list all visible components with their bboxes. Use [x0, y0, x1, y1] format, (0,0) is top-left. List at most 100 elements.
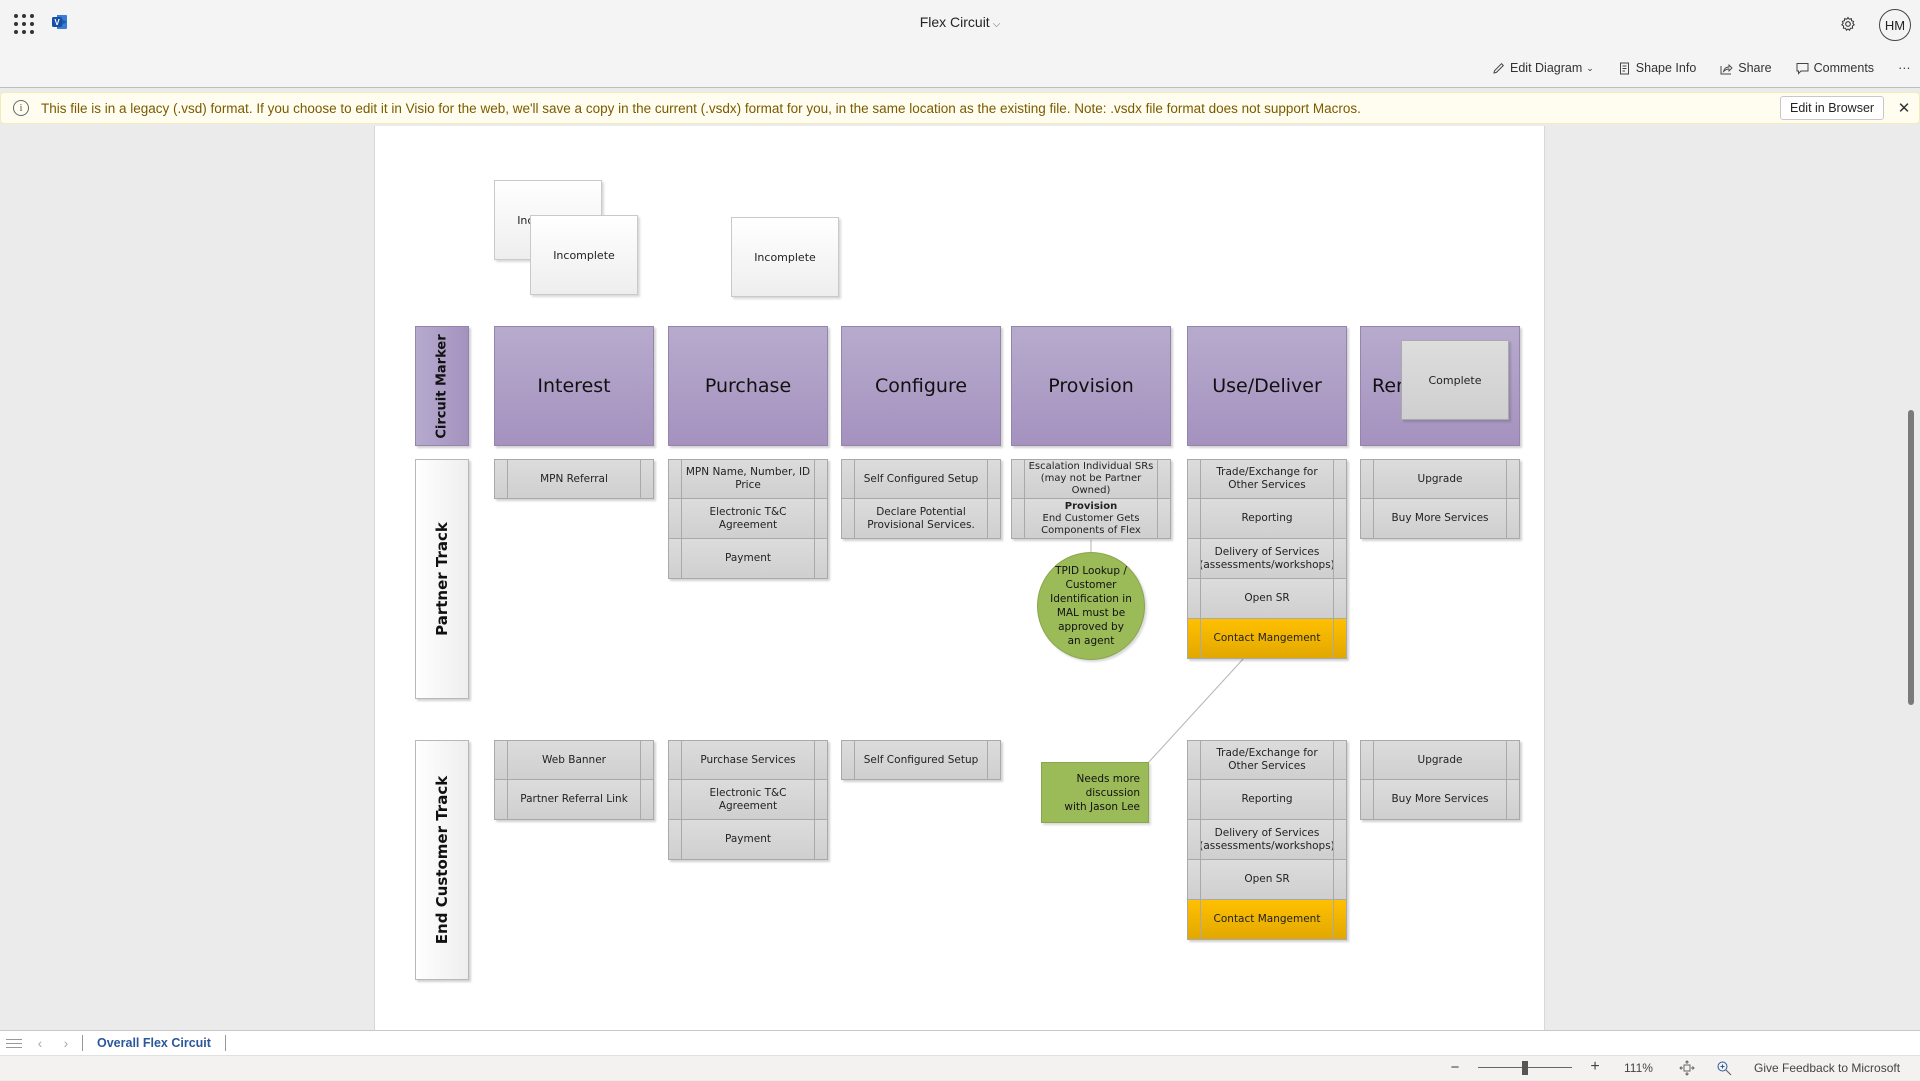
edit-diagram-label: Edit Diagram — [1510, 61, 1583, 75]
process-cell[interactable]: Web Banner — [494, 740, 654, 780]
process-cell[interactable]: Electronic T&C Agreement — [668, 499, 828, 539]
process-cell[interactable]: Open SR — [1187, 579, 1347, 619]
process-cell[interactable]: Buy More Services — [1360, 499, 1520, 539]
diagram-canvas[interactable]: Incomplete Incomplete Incomplete Circuit… — [0, 126, 1920, 1030]
cell-text: Delivery of Services (assessments/worksh… — [1199, 545, 1335, 571]
zoom-out-button[interactable]: − — [1447, 1058, 1463, 1076]
give-feedback-link[interactable]: Give Feedback to Microsoft — [1754, 1061, 1900, 1075]
cell-text: Trade/Exchange for Other Services — [1216, 466, 1318, 491]
cell-text: Upgrade — [1417, 753, 1463, 766]
end-customer-track-text: End Customer Track — [433, 775, 451, 945]
status-card-label: Incomplete — [754, 250, 816, 264]
process-cell[interactable]: Delivery of Services (assessments/worksh… — [1187, 820, 1347, 860]
shape-info-button[interactable]: Shape Info — [1606, 61, 1708, 75]
process-cell[interactable]: Upgrade — [1360, 459, 1520, 499]
pencil-icon — [1493, 62, 1505, 74]
chevron-left-icon[interactable]: ‹ — [32, 1035, 48, 1051]
process-cell[interactable]: Self Configured Setup — [841, 740, 1001, 780]
process-cell[interactable]: Provision End Customer Gets Components of… — [1011, 499, 1171, 539]
vertical-scrollbar-thumb[interactable] — [1908, 410, 1914, 705]
end-customer-use-deliver-stack: Trade/Exchange for Other Services Report… — [1187, 740, 1347, 940]
cell-text: Delivery of Services (assessments/worksh… — [1199, 826, 1335, 852]
edit-in-browser-button[interactable]: Edit in Browser — [1780, 96, 1885, 120]
cell-text: Electronic T&C Agreement — [709, 505, 787, 531]
visio-logo-icon[interactable]: V — [51, 13, 68, 31]
process-cell-highlighted[interactable]: Contact Mangement — [1187, 619, 1347, 659]
phase-label: Interest — [537, 375, 611, 397]
process-cell[interactable]: Upgrade — [1360, 740, 1520, 780]
process-cell[interactable]: MPN Referral — [494, 459, 654, 499]
app-launcher-waffle-icon[interactable] — [14, 14, 34, 34]
process-cell[interactable]: Electronic T&C Agreement — [668, 780, 828, 820]
process-cell[interactable]: Self Configured Setup — [841, 459, 1001, 499]
status-card-complete[interactable]: Complete — [1401, 340, 1509, 420]
ellipsis-icon: ··· — [1898, 61, 1911, 75]
tpid-note-circle[interactable]: TPID Lookup / Customer Identification in… — [1037, 552, 1145, 660]
process-cell[interactable]: MPN Name, Number, ID Price — [668, 459, 828, 499]
comments-button[interactable]: Comments — [1784, 61, 1886, 75]
sheet-tab-overall-flex-circuit[interactable]: Overall Flex Circuit — [97, 1036, 225, 1050]
process-cell-highlighted[interactable]: Contact Mangement — [1187, 900, 1347, 940]
process-cell[interactable]: Purchase Services — [668, 740, 828, 780]
more-options-button[interactable]: ··· — [1886, 61, 1920, 75]
cell-text: Web Banner — [542, 753, 606, 766]
phase-provision[interactable]: Provision — [1011, 326, 1171, 446]
zoom-slider-thumb[interactable] — [1522, 1061, 1528, 1075]
zoom-slider[interactable] — [1478, 1061, 1572, 1075]
process-cell[interactable]: Reporting — [1187, 499, 1347, 539]
process-cell[interactable]: Partner Referral Link — [494, 780, 654, 820]
cell-text: MPN Referral — [540, 472, 608, 485]
status-card-incomplete[interactable]: Incomplete — [530, 215, 638, 295]
cell-text: Buy More Services — [1391, 793, 1489, 805]
settings-button[interactable] — [1836, 12, 1860, 36]
phase-label: Provision — [1048, 375, 1134, 397]
process-cell[interactable]: Buy More Services — [1360, 780, 1520, 820]
partner-track-label[interactable]: Partner Track — [415, 459, 469, 699]
process-cell[interactable]: Payment — [668, 820, 828, 860]
partner-provision-stack: Escalation Individual SRs (may not be Pa… — [1011, 459, 1171, 539]
cell-text: Self Configured Setup — [863, 753, 979, 766]
cell-text: Electronic T&C Agreement — [709, 786, 787, 812]
process-cell[interactable]: Reporting — [1187, 780, 1347, 820]
phase-label: Use/Deliver — [1212, 375, 1322, 397]
zoom-level[interactable]: 111% — [1624, 1061, 1653, 1075]
divider — [82, 1035, 83, 1051]
user-avatar[interactable]: HM — [1879, 9, 1911, 41]
phase-interest[interactable]: Interest — [494, 326, 654, 446]
process-cell[interactable]: Payment — [668, 539, 828, 579]
process-cell[interactable]: Trade/Exchange for Other Services — [1187, 459, 1347, 499]
legacy-format-banner: i This file is in a legacy (.vsd) format… — [0, 92, 1920, 124]
process-cell[interactable]: Delivery of Services (assessments/worksh… — [1187, 539, 1347, 579]
cell-text: MPN Name, Number, ID Price — [685, 466, 811, 491]
edit-diagram-button[interactable]: Edit Diagram ⌄ — [1480, 61, 1606, 75]
partner-track-text: Partner Track — [433, 522, 452, 636]
zoom-magnifier-icon[interactable] — [1716, 1060, 1732, 1076]
end-customer-track-label[interactable]: End Customer Track — [415, 740, 469, 980]
phase-configure[interactable]: Configure — [841, 326, 1001, 446]
process-cell[interactable]: Open SR — [1187, 860, 1347, 900]
close-icon[interactable]: ✕ — [1896, 99, 1912, 117]
status-card-label: Incomplete — [553, 248, 615, 262]
process-cell[interactable]: Escalation Individual SRs (may not be Pa… — [1011, 459, 1171, 499]
cell-text: Open SR — [1244, 592, 1290, 604]
phase-use-deliver[interactable]: Use/Deliver — [1187, 326, 1347, 446]
document-title-button[interactable]: Flex Circuit ⌵ — [920, 14, 1001, 30]
shape-info-label: Shape Info — [1635, 61, 1697, 75]
cell-text: Buy More Services — [1391, 512, 1489, 524]
cell-text: Reporting — [1241, 793, 1293, 805]
status-card-incomplete[interactable]: Incomplete — [731, 217, 839, 297]
discussion-note-text: Needs more discussion with Jason Lee — [1064, 772, 1140, 813]
process-cell[interactable]: Declare Potential Provisional Services. — [841, 499, 1001, 539]
share-button[interactable]: Share — [1708, 61, 1783, 75]
chevron-right-icon[interactable]: › — [58, 1035, 74, 1051]
process-cell[interactable]: Trade/Exchange for Other Services — [1187, 740, 1347, 780]
hamburger-icon[interactable] — [6, 1035, 22, 1051]
phase-purchase[interactable]: Purchase — [668, 326, 828, 446]
discussion-note[interactable]: Needs more discussion with Jason Lee — [1041, 762, 1149, 823]
cell-text: Payment — [725, 552, 771, 564]
cell-text: Open SR — [1244, 873, 1290, 885]
fit-to-page-icon[interactable] — [1679, 1060, 1695, 1076]
zoom-in-button[interactable]: + — [1587, 1058, 1603, 1076]
circuit-marker-label[interactable]: Circuit Marker — [415, 326, 469, 446]
cell-text: Upgrade — [1417, 472, 1463, 485]
